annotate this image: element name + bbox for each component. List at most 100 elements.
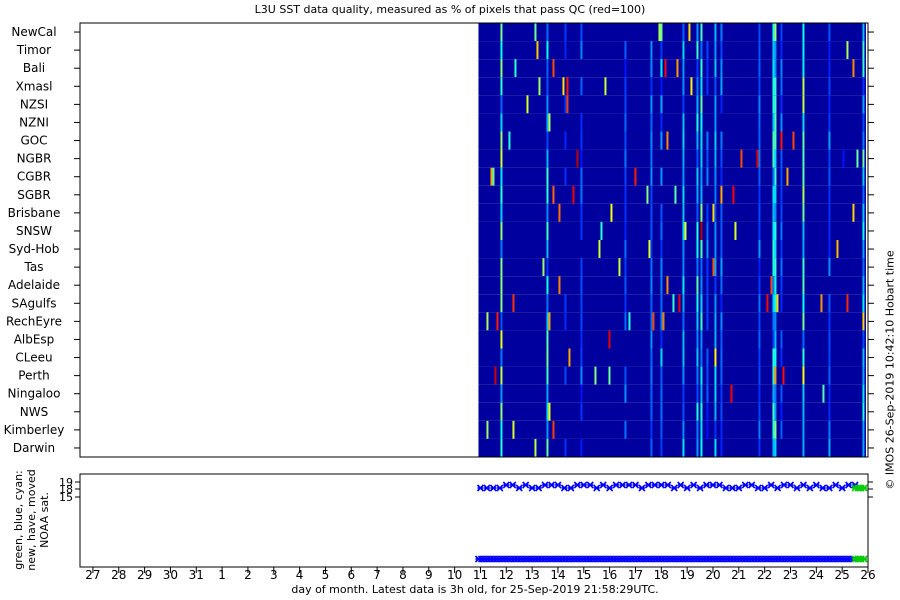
heatmap-cell (660, 23, 663, 42)
heatmap-cell (696, 185, 699, 204)
heatmap-cell (740, 149, 743, 168)
heatmap-cell (706, 384, 709, 403)
x-tick-label-28: 28 (111, 568, 126, 582)
heatmap-cell (660, 95, 663, 114)
heatmap-cell (682, 167, 685, 186)
region-label-kimberley: Kimberley (4, 423, 65, 437)
heatmap-cell (720, 420, 723, 439)
heatmap-cell (604, 77, 607, 96)
heatmap-cell (650, 95, 653, 114)
heatmap-cell (580, 113, 583, 132)
heatmap-cell (700, 276, 703, 295)
heatmap-cell (720, 59, 723, 78)
heatmap-cell (862, 113, 865, 132)
region-label-xmasl: Xmasl (16, 79, 53, 93)
heatmap-cell (580, 167, 583, 186)
x-tick-label-16: 16 (602, 568, 617, 582)
heatmap-cell (546, 348, 549, 367)
heatmap-cell (650, 384, 653, 403)
heatmap-cell (720, 438, 723, 457)
heatmap-cell (802, 294, 805, 313)
heatmap-row-nws (478, 402, 866, 421)
heatmap-cell (628, 312, 631, 331)
x-tick-label-9: 9 (425, 568, 433, 582)
heatmap-cell (862, 366, 865, 385)
heatmap-cell (714, 294, 717, 313)
heatmap-cell (772, 240, 775, 259)
heatmap-cell (624, 276, 627, 295)
heatmap-cell (714, 167, 717, 186)
sat-y-label-line: new, have, moved (25, 469, 38, 570)
heatmap-cell (720, 131, 723, 150)
heatmap-cell (624, 384, 627, 403)
x-tick-label-12: 12 (499, 568, 514, 582)
heatmap-cell (624, 59, 627, 78)
heatmap-cell (706, 59, 709, 78)
heatmap-cell (758, 438, 761, 457)
heatmap-cell (552, 185, 555, 204)
heatmap-cell (780, 402, 783, 421)
x-tick-label-14: 14 (550, 568, 565, 582)
heatmap-cell (634, 167, 637, 186)
heatmap-cell (780, 203, 783, 222)
heatmap-cell (500, 330, 503, 349)
heatmap-cell (706, 258, 709, 277)
heatmap-cell (682, 23, 685, 42)
heatmap-cell (862, 258, 865, 277)
heatmap-cell (500, 240, 503, 259)
heatmap-cell (650, 167, 653, 186)
heatmap-cell (706, 348, 709, 367)
heatmap-cell (780, 23, 783, 42)
heatmap-cell (706, 203, 709, 222)
heatmap-cell (564, 131, 567, 150)
heatmap-row-xmasl (478, 77, 866, 96)
region-label-ningaloo: Ningaloo (8, 387, 61, 401)
heatmap-cell (500, 77, 503, 96)
heatmap-cell (802, 77, 805, 96)
heatmap-cell (862, 95, 865, 114)
heatmap-cell (660, 366, 663, 385)
heatmap-cell (500, 149, 503, 168)
heatmap-cell (758, 203, 761, 222)
heatmap-cell (772, 41, 775, 60)
heatmap-cell (720, 294, 723, 313)
heatmap-cell (706, 240, 709, 259)
heatmap-cell (828, 167, 831, 186)
heatmap-cell (650, 276, 653, 295)
heatmap-cell (700, 330, 703, 349)
heatmap-cell (802, 185, 805, 204)
heatmap-cell (712, 203, 715, 222)
heatmap-cell (500, 59, 503, 78)
heatmap-cell (648, 240, 651, 259)
heatmap-cell (650, 77, 653, 96)
heatmap-row-adelaide (478, 276, 866, 295)
heatmap-cell (714, 366, 717, 385)
heatmap-cell (862, 221, 865, 240)
heatmap-cell (774, 312, 777, 331)
heatmap-cell (714, 77, 717, 96)
heatmap-cell (714, 113, 717, 132)
heatmap-cell (802, 384, 805, 403)
heatmap-cell (700, 77, 703, 96)
heatmap-row-sgbr (478, 185, 866, 204)
heatmap-cell (862, 438, 865, 457)
heatmap-cell (660, 77, 663, 96)
heatmap-cell (780, 59, 783, 78)
heatmap-cell (580, 258, 583, 277)
heatmap-cell (720, 240, 723, 259)
heatmap-cell (772, 167, 775, 186)
heatmap-cell (828, 366, 831, 385)
heatmap-cell (758, 258, 761, 277)
sat-y-label-line: green, blue, cyan: (12, 470, 25, 570)
heatmap-cell (852, 59, 855, 78)
heatmap-row-kimberley (478, 420, 866, 439)
heatmap-cell (828, 149, 831, 168)
heatmap-cell (828, 294, 831, 313)
heatmap-cell (548, 113, 551, 132)
heatmap-row-goc (478, 131, 866, 150)
heatmap-cell (650, 402, 653, 421)
heatmap-cell (774, 348, 777, 367)
region-label-ngbr: NGBR (17, 152, 52, 166)
x-tick-label-21: 21 (731, 568, 746, 582)
heatmap-cell (758, 185, 761, 204)
